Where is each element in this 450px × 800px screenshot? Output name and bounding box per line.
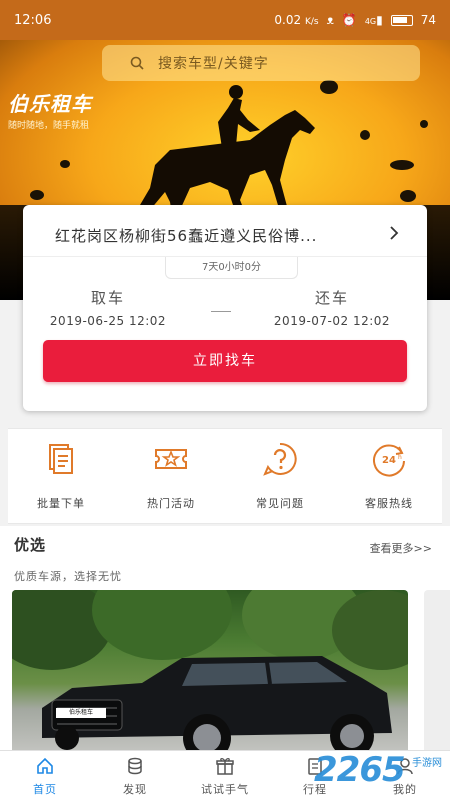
tab-home[interactable]: 首页 — [0, 751, 90, 800]
network-speed: 0.02 K/s — [274, 13, 318, 27]
search-placeholder: 搜索车型/关键字 — [158, 56, 269, 72]
signal-icon: 4G▮ — [364, 13, 383, 27]
return-time[interactable]: 2019-07-02 12:02 — [257, 314, 407, 328]
return-label: 还车 — [314, 289, 349, 307]
time-separator — [211, 311, 231, 312]
watermark-site: 手游网 — [412, 758, 442, 769]
quick-label: 热门活动 — [147, 497, 195, 510]
tab-label: 首页 — [33, 783, 57, 796]
watermark-logo: 2265 手游网 — [314, 748, 444, 794]
return-section[interactable]: 还车 2019-07-02 12:02 — [257, 287, 407, 328]
pickup-time[interactable]: 2019-06-25 12:02 — [33, 314, 183, 328]
pickup-section[interactable]: 取车 2019-06-25 12:02 — [33, 287, 183, 328]
search-input[interactable]: 搜索车型/关键字 — [102, 45, 420, 81]
quick-label: 批量下单 — [37, 497, 85, 510]
bear-icon: ᴥ — [326, 13, 334, 27]
brand-logo: 伯乐租车 随时随地，随手就租 — [8, 88, 92, 131]
tab-label: 发现 — [123, 783, 147, 796]
quick-item-faq[interactable]: 常见问题 — [230, 439, 330, 511]
car-image — [42, 656, 392, 760]
pickup-address[interactable]: 红花岗区杨柳街56蠢近遵义民俗博... — [55, 225, 385, 246]
alarm-icon: ⏰ — [341, 13, 357, 27]
quick-actions: 批量下单 热门活动 常见问题 24 h 客服热线 — [8, 428, 442, 524]
24h-service-icon: 24 h — [373, 444, 405, 477]
document-icon — [49, 444, 73, 474]
find-car-button[interactable]: 立即找车 — [43, 340, 407, 382]
status-bar: 12:06 0.02 K/s ᴥ ⏰ 4G▮ 74 — [0, 0, 450, 40]
view-more-link[interactable]: 查看更多>> — [370, 540, 432, 556]
quick-item-hot-events[interactable]: 热门活动 — [121, 439, 221, 511]
brand-slogan: 随时随地，随手就租 — [8, 121, 90, 131]
ticket-star-icon — [155, 449, 187, 469]
brand-name: 伯乐租车 — [8, 92, 92, 116]
watermark-number: 2265 — [314, 750, 406, 790]
status-time: 12:06 — [14, 12, 52, 28]
status-icons: 0.02 K/s ᴥ ⏰ 4G▮ 74 — [274, 13, 436, 27]
search-icon — [130, 56, 144, 70]
featured-subtitle: 优质车源，选择无忧 — [14, 570, 122, 583]
tab-discover[interactable]: 发现 — [90, 751, 180, 800]
svg-text:24: 24 — [382, 455, 396, 466]
featured-section: 优选 查看更多>> 优质车源，选择无忧 伯乐租车 — [0, 526, 450, 760]
tab-lucky-draw[interactable]: 试试手气 — [180, 751, 270, 800]
booking-card: 红花岗区杨柳街56蠢近遵义民俗博... 7天0小时0分 取车 2019-06-2… — [23, 205, 427, 411]
network-speed-value: 0.02 — [274, 13, 302, 27]
license-plate: 伯乐租车 — [56, 708, 106, 718]
featured-car-card[interactable]: 伯乐租车 — [12, 590, 408, 760]
quick-label: 常见问题 — [256, 497, 304, 510]
quick-item-service-hotline[interactable]: 24 h 客服热线 — [339, 439, 439, 511]
gift-icon — [216, 758, 234, 775]
network-type: 4G — [364, 17, 377, 26]
tab-label: 试试手气 — [201, 783, 249, 796]
battery-icon — [390, 14, 413, 26]
network-speed-unit: K/s — [304, 17, 319, 27]
featured-title: 优选 — [14, 536, 47, 554]
chevron-right-icon[interactable] — [387, 223, 401, 243]
rental-duration: 7天0小时0分 — [165, 257, 298, 279]
next-car-card[interactable] — [424, 590, 450, 760]
quick-item-batch-order[interactable]: 批量下单 — [11, 439, 111, 511]
question-icon — [263, 442, 297, 476]
home-icon — [37, 757, 53, 774]
battery-level: 74 — [420, 13, 436, 27]
discover-icon — [128, 757, 142, 775]
svg-text:h: h — [398, 454, 402, 461]
pickup-label: 取车 — [90, 289, 125, 307]
quick-label: 客服热线 — [365, 497, 413, 510]
